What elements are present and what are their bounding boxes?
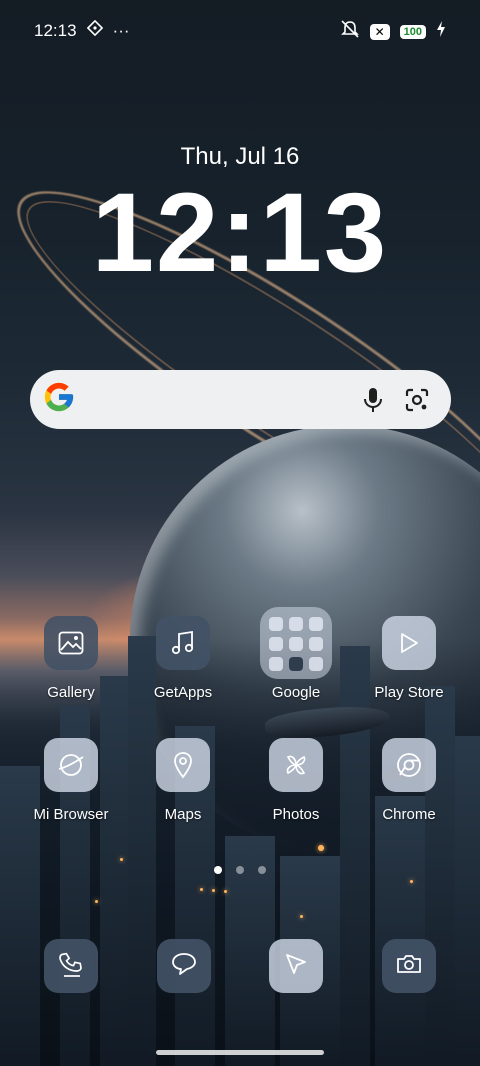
app-label: Photos: [272, 806, 320, 823]
app-mi-browser[interactable]: Mi Browser: [26, 738, 116, 823]
folder-icon[interactable]: [260, 607, 332, 679]
dock-messages[interactable]: [157, 939, 211, 993]
page-dot[interactable]: [258, 866, 266, 874]
app-label: Maps: [164, 806, 202, 823]
lens-camera-icon[interactable]: [395, 378, 439, 422]
message-bubble-icon: [170, 951, 198, 982]
page-dot[interactable]: [236, 866, 244, 874]
clock-date[interactable]: Thu, Jul 16: [0, 143, 480, 171]
app-label: Mi Browser: [33, 806, 109, 823]
dock-cursor-app[interactable]: [269, 939, 323, 993]
app-label: Play Store: [374, 684, 444, 701]
app-gallery[interactable]: Gallery: [26, 616, 116, 701]
app-label: Google: [271, 684, 321, 701]
app-folder-google[interactable]: Google: [251, 607, 341, 701]
home-gesture-bar[interactable]: [156, 1050, 324, 1055]
app-getapps[interactable]: GetApps: [138, 616, 228, 701]
google-search-bar[interactable]: [30, 370, 451, 429]
chrome-icon[interactable]: [382, 738, 436, 792]
map-pin-icon[interactable]: [156, 738, 210, 792]
charging-bolt-icon: [436, 21, 446, 42]
app-play-store[interactable]: Play Store: [364, 616, 454, 701]
status-bar: 12:13 ··· ✕ 100: [0, 0, 480, 62]
google-logo-icon[interactable]: [42, 380, 76, 419]
app-label: GetApps: [153, 684, 213, 701]
silent-bell-icon: [340, 20, 360, 43]
camera-icon: [395, 952, 423, 981]
app-photos[interactable]: Photos: [251, 738, 341, 823]
cursor-icon: [283, 951, 309, 982]
dock-phone[interactable]: [44, 939, 98, 993]
page-indicator: [0, 866, 480, 874]
browser-icon[interactable]: [44, 738, 98, 792]
wallpaper-city: [0, 636, 480, 1066]
vpn-icon: [86, 19, 103, 41]
app-label: Gallery: [47, 684, 95, 701]
pinwheel-icon[interactable]: [269, 738, 323, 792]
clock-time[interactable]: 12:13: [0, 168, 480, 297]
microphone-icon[interactable]: [351, 378, 395, 422]
gallery-icon[interactable]: [44, 616, 98, 670]
battery-indicator: 100: [399, 24, 426, 39]
dock-camera[interactable]: [382, 939, 436, 993]
app-maps[interactable]: Maps: [138, 738, 228, 823]
overflow-dots-icon: ···: [112, 20, 130, 40]
page-dot-active[interactable]: [214, 866, 222, 874]
x-badge-icon: ✕: [369, 23, 390, 40]
phone-icon: [58, 950, 84, 983]
music-note-icon[interactable]: [156, 616, 210, 670]
play-store-icon[interactable]: [382, 616, 436, 670]
status-time: 12:13: [34, 20, 77, 40]
app-label: Chrome: [382, 806, 436, 823]
app-chrome[interactable]: Chrome: [364, 738, 454, 823]
